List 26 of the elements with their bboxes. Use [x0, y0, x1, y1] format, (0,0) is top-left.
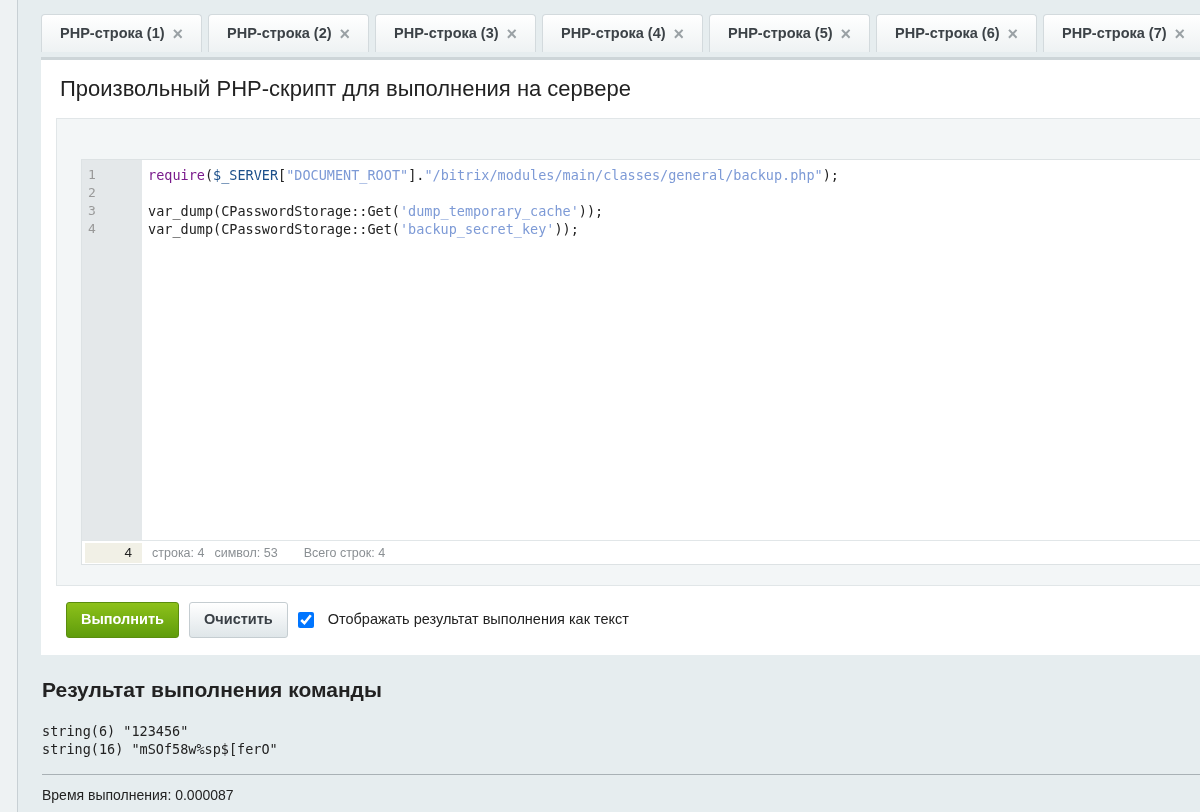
status-char: символ: 53: [214, 544, 278, 562]
line-number: 3: [87, 202, 97, 221]
tab[interactable]: PHP-строка (4) ×: [542, 14, 703, 52]
clear-button[interactable]: Очистить: [189, 602, 288, 639]
line-number: 1: [87, 166, 97, 185]
output-line: string(6) "123456": [42, 722, 190, 741]
output-line: string(16) "mSOf58w%sp$[ferO": [42, 740, 279, 759]
tab[interactable]: PHP-строка (7) ×: [1043, 14, 1200, 52]
tab[interactable]: PHP-строка (6) ×: [876, 14, 1037, 52]
tab[interactable]: PHP-строка (2) ×: [208, 14, 369, 52]
code-line: require($_SERVER["DOCUMENT_ROOT"]."/bitrix/modules/main/classes/general/backup.php");: [148, 166, 839, 185]
status-line: строка: 4: [152, 544, 205, 562]
line-number: 2: [87, 184, 97, 203]
as-text-checkbox[interactable]: [297, 612, 314, 629]
current-line-number: 4: [85, 542, 142, 563]
status-total: Всего строк: 4: [303, 544, 386, 562]
tab[interactable]: PHP-строка (3) ×: [375, 14, 536, 52]
code-line: var_dump(CPasswordStorage::Get('dump_temporary_cache'));: [148, 202, 605, 221]
execution-time: Время выполнения: 0.000087: [42, 786, 235, 806]
checkbox-label[interactable]: Отображать результат выполнения как текст: [327, 609, 629, 632]
panel-title: Произвольный PHP-скрипт для выполнения на сервере: [60, 76, 632, 103]
result-heading: Результат выполнения команды: [42, 677, 383, 703]
code-line: var_dump(CPasswordStorage::Get('backup_secret_key'));: [148, 220, 580, 239]
tab[interactable]: PHP-строка (5) ×: [709, 14, 870, 52]
line-number: 4: [87, 220, 97, 239]
tab[interactable]: PHP-строка (1) ×: [41, 14, 202, 52]
